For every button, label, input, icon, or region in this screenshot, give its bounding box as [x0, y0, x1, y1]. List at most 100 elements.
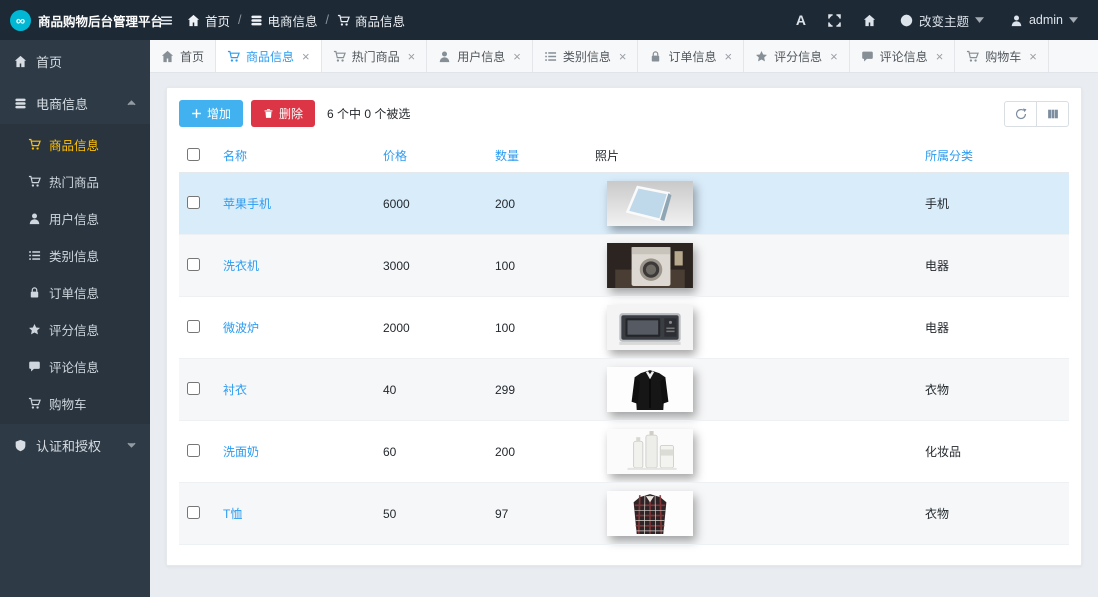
breadcrumb-separator: / [238, 13, 241, 27]
table-row[interactable]: T恤5097衣物 [179, 483, 1069, 545]
sidebar-item[interactable]: 购物车 [0, 385, 150, 422]
user-dropdown-label: admin [1029, 13, 1063, 27]
tab-label: 商品信息 [246, 48, 294, 65]
home-icon [161, 50, 174, 63]
sidebar-group-header[interactable]: 认证和授权 [0, 424, 150, 466]
close-tab-icon[interactable]: × [1029, 50, 1037, 63]
breadcrumb-item[interactable]: 商品信息 [337, 11, 405, 30]
row-checkbox[interactable] [187, 196, 200, 209]
close-tab-icon[interactable]: × [724, 50, 732, 63]
home-icon [187, 14, 200, 27]
tab[interactable]: 商品信息 × [216, 40, 322, 72]
tab[interactable]: 首页 [150, 40, 216, 72]
breadcrumb-item[interactable]: 电商信息 [250, 11, 318, 30]
tab-label: 用户信息 [457, 48, 505, 65]
cart-icon [227, 50, 240, 63]
table-row[interactable]: 洗面奶60200化妆品 [179, 421, 1069, 483]
tab[interactable]: 用户信息 × [427, 40, 533, 72]
table-row[interactable]: 洗衣机3000100电器 [179, 235, 1069, 297]
sidebar-item[interactable]: 评分信息 [0, 311, 150, 348]
chevron-down-icon [127, 442, 136, 448]
sidebar-item-label: 订单信息 [49, 283, 99, 302]
tab[interactable]: 购物车× [955, 40, 1049, 72]
sidebar-item[interactable]: 首页 [0, 40, 150, 82]
sidebar-item[interactable]: 商品信息 [0, 126, 150, 163]
row-checkbox[interactable] [187, 258, 200, 271]
columns-button[interactable] [1036, 101, 1069, 127]
product-name-link[interactable]: 洗面奶 [223, 445, 259, 459]
sidebar-item[interactable]: 用户信息 [0, 200, 150, 237]
tab[interactable]: 订单信息 × [638, 40, 744, 72]
sidebar-toggle-button[interactable] [150, 0, 183, 40]
delete-button-label: 删除 [279, 105, 303, 122]
table-row[interactable]: 苹果手机6000200手机 [179, 173, 1069, 235]
tab[interactable]: 评论信息× [850, 40, 956, 72]
fullscreen-button[interactable] [818, 0, 851, 40]
product-name-link[interactable]: T恤 [223, 507, 242, 521]
product-photo[interactable] [607, 367, 693, 412]
product-name-link[interactable]: 衬衣 [223, 383, 247, 397]
product-photo[interactable] [607, 429, 693, 474]
price-cell: 50 [375, 483, 487, 545]
category-cell: 化妆品 [917, 421, 1069, 483]
column-header[interactable]: 名称 [215, 139, 375, 173]
row-checkbox[interactable] [187, 444, 200, 457]
refresh-button[interactable] [1004, 101, 1037, 127]
product-name-link[interactable]: 苹果手机 [223, 197, 271, 211]
font-size-button[interactable]: A [786, 0, 816, 40]
close-tab-icon[interactable]: × [408, 50, 416, 63]
row-checkbox[interactable] [187, 320, 200, 333]
sidebar-item[interactable]: 订单信息 [0, 274, 150, 311]
sidebar-item-label: 热门商品 [49, 172, 99, 191]
product-photo[interactable] [607, 243, 693, 288]
close-tab-icon[interactable]: × [513, 50, 521, 63]
product-photo[interactable] [607, 491, 693, 536]
sidebar-item-label: 评论信息 [49, 357, 99, 376]
sidebar-item[interactable]: 热门商品 [0, 163, 150, 200]
tab-label: 订单信息 [668, 48, 716, 65]
tab-bar: 首页商品信息×热门商品×用户信息×类别信息×订单信息×评分信息×评论信息×购物车… [150, 40, 1098, 73]
content-card: 增加 删除 6 个中 0 个被选 [166, 87, 1082, 566]
table-row[interactable]: 衬衣40299衣物 [179, 359, 1069, 421]
quantity-cell: 200 [487, 173, 587, 235]
sidebar-submenu: 商品信息热门商品用户信息类别信息订单信息评分信息评论信息购物车 [0, 124, 150, 424]
column-header[interactable]: 数量 [487, 139, 587, 173]
add-button-label: 增加 [207, 105, 231, 122]
column-header[interactable]: 价格 [375, 139, 487, 173]
table-row[interactable]: 微波炉2000100电器 [179, 297, 1069, 359]
row-checkbox[interactable] [187, 382, 200, 395]
breadcrumb-separator: / [326, 13, 329, 27]
close-tab-icon[interactable]: × [830, 50, 838, 63]
home-button[interactable] [853, 0, 886, 40]
tab[interactable]: 评分信息× [744, 40, 850, 72]
column-header[interactable]: 所属分类 [917, 139, 1069, 173]
add-button[interactable]: 增加 [179, 100, 243, 127]
select-all-checkbox[interactable] [187, 148, 200, 161]
breadcrumb-item[interactable]: 首页 [187, 11, 230, 30]
product-photo[interactable] [607, 181, 693, 226]
sidebar-item-label: 首页 [36, 52, 62, 71]
sidebar-item-label: 商品信息 [49, 135, 99, 154]
sidebar-item[interactable]: 评论信息 [0, 348, 150, 385]
theme-dropdown[interactable]: 改变主题 [888, 0, 996, 40]
sidebar-item[interactable]: 类别信息 [0, 237, 150, 274]
close-tab-icon[interactable]: × [936, 50, 944, 63]
sidebar-group-label: 电商信息 [36, 94, 88, 113]
tab[interactable]: 类别信息× [533, 40, 639, 72]
list-icon [28, 249, 41, 262]
trash-icon [263, 108, 274, 119]
row-checkbox[interactable] [187, 506, 200, 519]
breadcrumb-label: 首页 [205, 11, 230, 30]
close-tab-icon[interactable]: × [619, 50, 627, 63]
sidebar-item-label: 评分信息 [49, 320, 99, 339]
cart-icon [28, 175, 41, 188]
delete-button[interactable]: 删除 [251, 100, 315, 127]
sidebar-group-header[interactable]: 电商信息 [0, 82, 150, 124]
product-name-link[interactable]: 洗衣机 [223, 259, 259, 273]
product-name-link[interactable]: 微波炉 [223, 321, 259, 335]
close-tab-icon[interactable]: × [302, 50, 310, 63]
cart-icon [28, 138, 41, 151]
user-dropdown[interactable]: admin [998, 0, 1090, 40]
tab[interactable]: 热门商品× [322, 40, 428, 72]
product-photo[interactable] [607, 305, 693, 350]
